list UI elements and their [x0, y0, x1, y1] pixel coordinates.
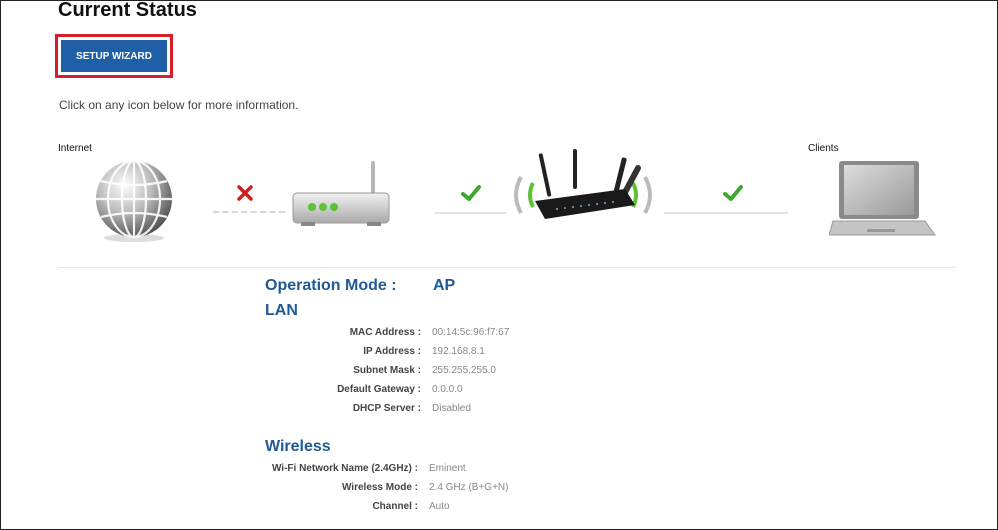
modem-icon[interactable] — [291, 161, 391, 227]
instruction-text: Click on any icon below for more informa… — [59, 98, 299, 112]
check-icon — [461, 184, 481, 202]
internet-label: Internet — [58, 143, 92, 154]
wireless-router-icon[interactable] — [507, 149, 659, 229]
subnet-mask-value: 255.255.255.0 — [432, 365, 496, 376]
subnet-mask-label: Subnet Mask : — [353, 365, 421, 376]
section-divider — [58, 267, 956, 268]
status-page: Current Status SETUP WIZARD Click on any… — [0, 0, 998, 530]
wireless-mode-value: 2.4 GHz (B+G+N) — [429, 482, 509, 493]
wireless-heading: Wireless — [265, 438, 331, 455]
internet-modem-line — [213, 211, 285, 213]
mac-address-label: MAC Address : — [349, 327, 421, 338]
dhcp-server-value: Disabled — [432, 403, 471, 414]
wizard-highlight: SETUP WIZARD — [55, 34, 173, 78]
default-gateway-label: Default Gateway : — [337, 384, 421, 395]
ip-address-value: 192.168.8.1 — [432, 346, 485, 357]
lan-ip-row: IP Address : 192.168.8.1 — [231, 346, 751, 364]
router-clients-line — [664, 212, 788, 214]
check-icon — [723, 184, 743, 202]
default-gateway-value: 0.0.0.0 — [432, 384, 463, 395]
lan-mac-row: MAC Address : 00:14:5c:96:f7:67 — [231, 327, 751, 345]
page-title: Current Status — [58, 0, 197, 21]
lan-gateway-row: Default Gateway : 0.0.0.0 — [231, 384, 751, 402]
internet-globe-icon[interactable] — [91, 159, 177, 243]
modem-router-line — [435, 212, 507, 214]
dhcp-server-label: DHCP Server : — [352, 403, 421, 414]
setup-wizard-button[interactable]: SETUP WIZARD — [61, 40, 167, 72]
channel-row: Channel : Auto — [231, 501, 751, 519]
lan-heading: LAN — [265, 302, 298, 319]
lan-dhcp-row: DHCP Server : Disabled — [231, 403, 751, 421]
operation-mode-label: Operation Mode : — [265, 277, 397, 294]
x-mark-icon — [236, 184, 254, 202]
mac-address-value: 00:14:5c:96:f7:67 — [432, 327, 510, 338]
wireless-mode-label: Wireless Mode : — [341, 482, 418, 493]
laptop-clients-icon[interactable] — [828, 159, 937, 239]
operation-mode-value: AP — [433, 277, 456, 294]
channel-value: Auto — [429, 501, 450, 512]
wireless-mode-row: Wireless Mode : 2.4 GHz (B+G+N) — [231, 482, 751, 500]
channel-label: Channel : — [372, 501, 418, 512]
ip-address-label: IP Address : — [363, 346, 421, 357]
wifi-name-value: Eminent — [429, 463, 466, 474]
lan-subnet-row: Subnet Mask : 255.255.255.0 — [231, 365, 751, 383]
wifi-name-label: Wi-Fi Network Name (2.4GHz) : — [271, 463, 418, 474]
clients-label: Clients — [808, 143, 839, 154]
wifi-name-row: Wi-Fi Network Name (2.4GHz) : Eminent — [231, 463, 751, 481]
